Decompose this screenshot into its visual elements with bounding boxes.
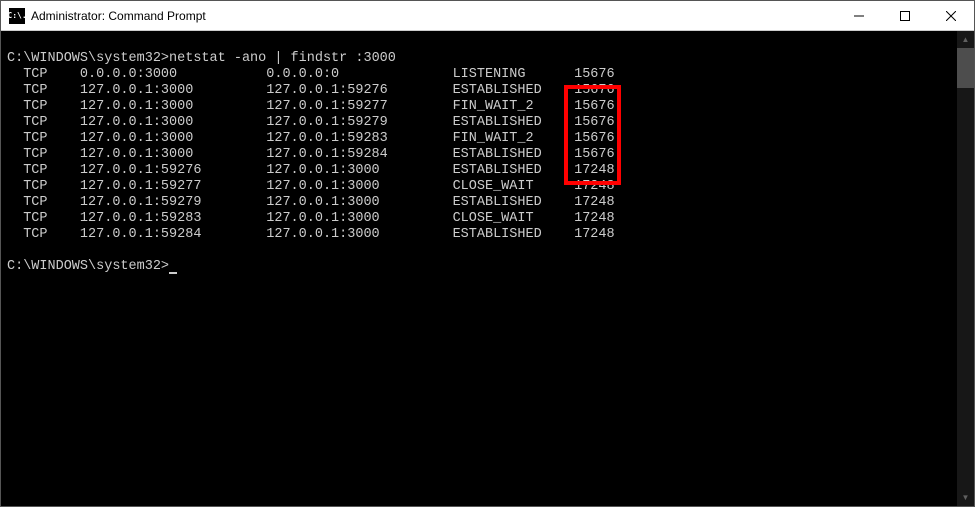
- titlebar[interactable]: C:\. Administrator: Command Prompt: [1, 1, 974, 31]
- scroll-up-arrow[interactable]: ▲: [957, 31, 974, 48]
- vertical-scrollbar[interactable]: ▲ ▼: [957, 31, 974, 506]
- cursor: [169, 272, 177, 274]
- app-icon: C:\.: [9, 8, 25, 24]
- window-controls: [836, 1, 974, 30]
- close-button[interactable]: [928, 1, 974, 30]
- window-title: Administrator: Command Prompt: [31, 9, 836, 23]
- scroll-down-arrow[interactable]: ▼: [957, 489, 974, 506]
- minimize-button[interactable]: [836, 1, 882, 30]
- scroll-thumb[interactable]: [957, 48, 974, 88]
- prompt-prefix: C:\WINDOWS\system32>: [7, 51, 169, 66]
- netstat-output: TCP 0.0.0.0:3000 0.0.0.0:0 LISTENING 156…: [7, 67, 615, 242]
- terminal-area: C:\WINDOWS\system32>netstat -ano | finds…: [1, 31, 974, 506]
- prompt-line-2: C:\WINDOWS\system32>: [7, 259, 177, 274]
- maximize-button[interactable]: [882, 1, 928, 30]
- terminal-content[interactable]: C:\WINDOWS\system32>netstat -ano | finds…: [1, 31, 957, 506]
- command-text: netstat -ano | findstr :3000: [169, 51, 396, 66]
- prompt-prefix-2: C:\WINDOWS\system32>: [7, 259, 169, 274]
- prompt-line-1: C:\WINDOWS\system32>netstat -ano | finds…: [7, 51, 396, 66]
- command-prompt-window: C:\. Administrator: Command Prompt C:\WI…: [0, 0, 975, 507]
